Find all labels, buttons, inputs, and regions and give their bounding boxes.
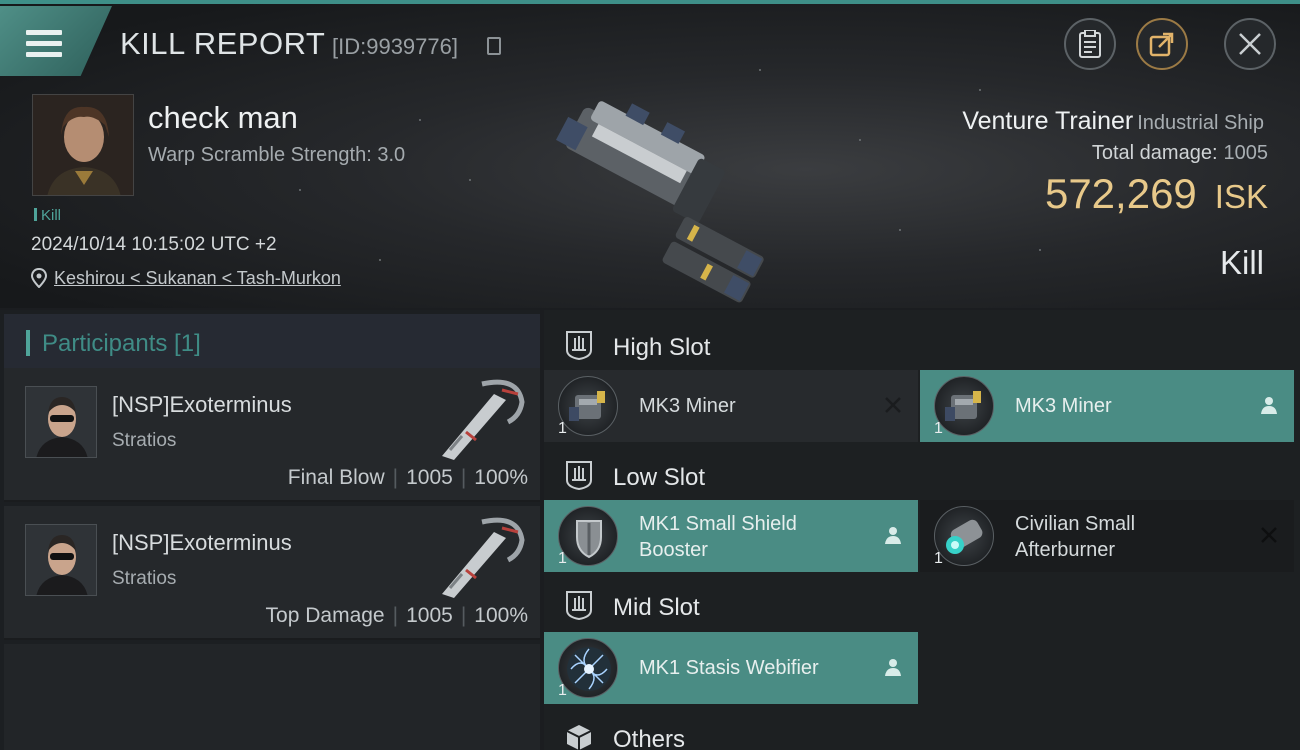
clipboard-icon	[1079, 30, 1101, 58]
copy-icon[interactable]	[487, 37, 501, 55]
others-label: Others	[613, 726, 686, 750]
ship-class: Industrial Ship	[1137, 112, 1264, 134]
ship-image	[555, 101, 764, 303]
module-name: MK1 Small Shield Booster	[639, 511, 797, 563]
total-damage-label: Total damage:	[1091, 142, 1218, 164]
participants-empty-area	[4, 644, 540, 750]
module-name-line: MK1 Small Shield	[639, 513, 797, 535]
participant-damage: 1005	[406, 466, 453, 489]
result-label: Kill	[1219, 244, 1264, 281]
participant-ship: Stratios	[112, 430, 177, 451]
slot-icon	[566, 591, 592, 620]
mid-slot-label: Mid Slot	[613, 594, 700, 621]
module-item[interactable]: 1 MK1 Stasis Webifier	[544, 632, 918, 704]
cube-icon	[566, 725, 592, 750]
participant-role: Final Blow	[287, 466, 385, 489]
victim-portrait[interactable]	[32, 94, 134, 196]
miner-module-icon	[934, 376, 994, 436]
module-name: Civilian Small Afterburner	[1015, 511, 1135, 563]
slot-icon	[566, 331, 592, 360]
victim-name: check man	[148, 100, 298, 135]
x-mark-icon	[885, 397, 901, 413]
menu-icon	[26, 30, 62, 60]
module-quantity: 1	[934, 420, 943, 437]
others-header: Others	[544, 710, 1300, 750]
participants-header: Participants [1]	[4, 314, 540, 370]
clipboard-button[interactable]	[1064, 18, 1116, 70]
page-title: KILL REPORT	[120, 26, 326, 61]
participant-name[interactable]: [NSP]Exoterminus	[112, 392, 292, 418]
location-pin-icon	[31, 268, 47, 288]
ship-name: Venture Trainer Industrial Ship	[962, 107, 1264, 136]
participants-title: Participants [1]	[42, 330, 201, 357]
module-item[interactable]: 1 MK1 Small Shield Booster	[544, 500, 918, 572]
module-quantity: 1	[558, 420, 567, 437]
participant-stats: Final Blow | 1005 | 100%	[287, 466, 528, 489]
participants-panel: Participants [1] [NSP]Exoterminus Strati…	[0, 310, 540, 750]
participant-role: Top Damage	[265, 604, 385, 627]
participant-ship-image	[442, 517, 525, 598]
participant-ship: Stratios	[112, 568, 177, 589]
module-item[interactable]: 1 MK3 Miner	[920, 370, 1294, 442]
share-icon	[1149, 32, 1174, 57]
module-name: MK3 Miner	[639, 395, 736, 417]
module-name: MK1 Stasis Webifier	[639, 657, 819, 679]
person-icon	[885, 659, 901, 676]
participant-percent: 100%	[474, 604, 528, 627]
total-damage-value: 1005	[1223, 142, 1269, 164]
location-link[interactable]: Keshirou < Sukanan < Tash-Murkon	[54, 268, 341, 289]
participant-avatar[interactable]	[25, 524, 97, 596]
warp-scramble-strength: Warp Scramble Strength: 3.0	[148, 144, 406, 166]
participant-avatar[interactable]	[25, 386, 97, 458]
participant-damage: 1005	[406, 604, 453, 627]
slot-icon	[566, 461, 592, 490]
participant-row[interactable]: [NSP]Exoterminus Stratios Top Damage | 100…	[4, 506, 540, 640]
low-slot-header: Low Slot	[544, 448, 1300, 502]
isk-loss: 572,269 ISK	[1045, 170, 1268, 218]
report-id: [ID:9939776]	[332, 34, 458, 59]
module-name-line: Civilian Small	[1015, 513, 1136, 535]
kill-banner: KILL REPORT [ID:9939776] check man Warp …	[0, 0, 1300, 308]
kill-tag: Kill	[34, 207, 61, 224]
module-quantity: 1	[558, 550, 567, 567]
kill-datetime: 2024/10/14 10:15:02 UTC +2	[31, 234, 277, 255]
person-icon	[885, 527, 901, 544]
total-damage: Total damage: 1005	[1092, 142, 1268, 165]
close-button[interactable]	[1224, 18, 1276, 70]
isk-value: 572,269	[1044, 170, 1197, 217]
low-slot-label: Low Slot	[613, 464, 706, 491]
fitting-panel: High Slot 1 MK3 Miner 1 MK3 Miner Low Sl…	[544, 310, 1300, 750]
participant-percent: 100%	[474, 466, 528, 489]
top-accent-line	[0, 0, 1300, 4]
ship-name-text: Venture Trainer	[962, 107, 1134, 135]
participant-portrait	[26, 525, 96, 595]
stasis-webifier-icon	[558, 638, 618, 698]
isk-unit: ISK	[1214, 178, 1268, 215]
participant-portrait	[26, 387, 96, 457]
share-button[interactable]	[1136, 18, 1188, 70]
x-mark-icon	[1261, 527, 1277, 543]
module-name: MK3 Miner	[1015, 395, 1112, 417]
module-name-line: Afterburner	[1015, 539, 1116, 561]
module-quantity: 1	[558, 682, 567, 699]
miner-module-icon	[558, 376, 618, 436]
header-accent-bar	[26, 330, 30, 356]
module-name-line: Booster	[639, 539, 708, 561]
afterburner-icon	[934, 506, 994, 566]
mid-slot-header: Mid Slot	[544, 578, 1300, 632]
participant-row[interactable]: [NSP]Exoterminus Stratios Final Blow | 100…	[4, 368, 540, 502]
module-item[interactable]: 1 Civilian Small Afterburner	[920, 500, 1294, 572]
module-item[interactable]: 1 MK3 Miner	[544, 370, 918, 442]
participant-name[interactable]: [NSP]Exoterminus	[112, 530, 292, 556]
high-slot-label: High Slot	[613, 334, 711, 361]
module-quantity: 1	[934, 550, 943, 567]
participant-stats: Top Damage | 1005 | 100%	[265, 604, 528, 627]
pilot-avatar	[33, 95, 133, 195]
close-icon	[1239, 33, 1261, 55]
participant-ship-image	[442, 379, 525, 460]
shield-booster-icon	[558, 506, 618, 566]
person-icon	[1261, 397, 1277, 414]
high-slot-header: High Slot	[544, 318, 1300, 372]
